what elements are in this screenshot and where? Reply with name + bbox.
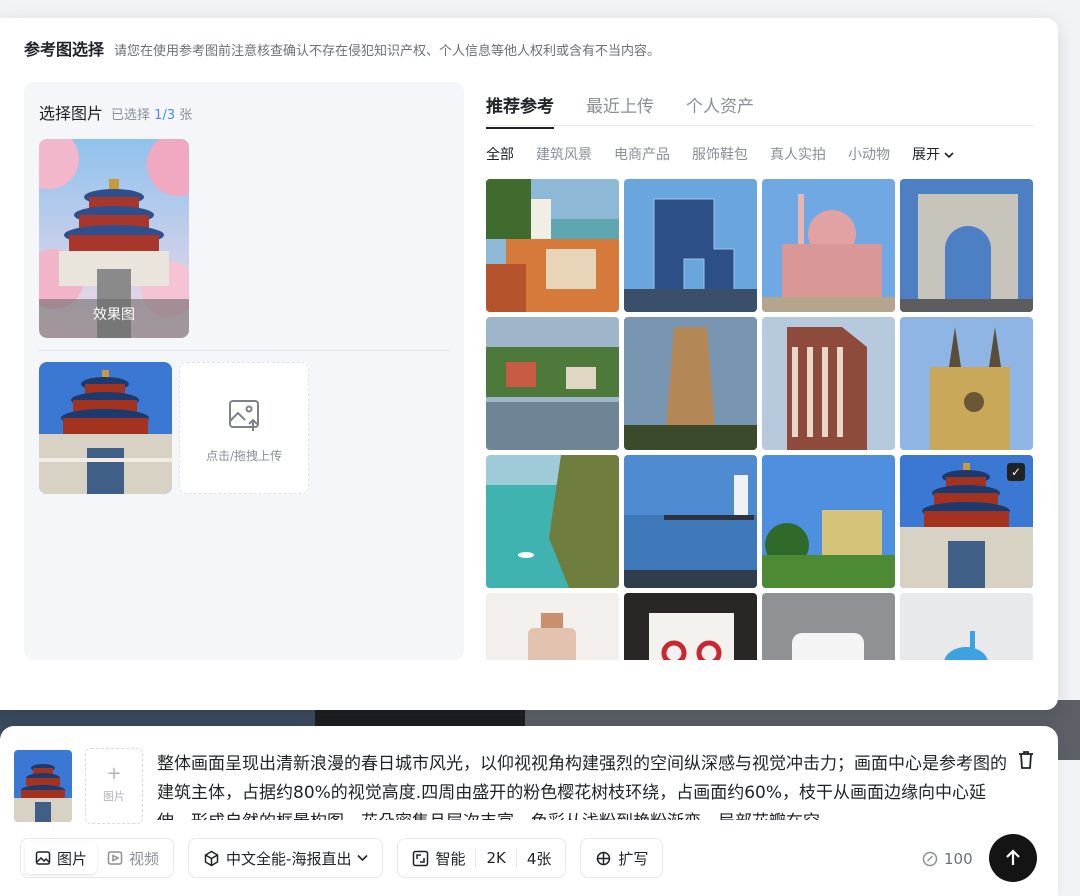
blue-toy-image[interactable] [900, 593, 1033, 660]
selected-header: 选择图片 已选择 1/3 张 [39, 100, 192, 124]
filter-ecommerce[interactable]: 电商产品 [614, 144, 670, 164]
reference-image-grid: ✓ [486, 179, 1034, 660]
video-icon [107, 851, 123, 865]
upload-label: 点击/拖拽上传 [205, 449, 283, 463]
tab-personal-assets[interactable]: 个人资产 [686, 92, 754, 129]
pagoda-image[interactable] [624, 317, 757, 450]
video-mode-tab[interactable]: 视频 [97, 842, 169, 874]
filter-pets[interactable]: 小动物 [848, 144, 890, 164]
media-type-switch: 图片 视频 [20, 838, 175, 878]
model-selector[interactable]: 中文全能-海报直出 [188, 838, 384, 878]
chevron-down-icon [944, 152, 955, 159]
flatiron-building-image[interactable] [762, 317, 895, 450]
filter-real-people[interactable]: 真人实拍 [770, 144, 826, 164]
credit-icon [922, 851, 938, 867]
ratio-value: 智能 [435, 849, 466, 868]
credits-indicator: 100 [922, 850, 973, 868]
expand-filters-button[interactable]: 展开 [912, 144, 955, 164]
filter-all[interactable]: 全部 [486, 144, 514, 164]
image-mode-tab[interactable]: 图片 [25, 842, 98, 874]
selected-reference-image[interactable] [39, 362, 172, 494]
cube-icon [204, 850, 219, 866]
chevron-down-icon [357, 854, 369, 862]
pink-mosque-image[interactable] [762, 179, 895, 312]
coastal-cliff-image[interactable] [486, 455, 619, 588]
picker-notice: 请您在使用参考图前注意核查确认不存在侵犯知识产权、个人信息等他人权利或含有不当内… [114, 44, 661, 59]
expand-prompt-button[interactable]: 扩写 [580, 838, 664, 878]
harbor-town-image[interactable] [486, 179, 619, 312]
tab-recent-uploads[interactable]: 最近上传 [586, 92, 654, 129]
attached-reference-image[interactable] [14, 750, 72, 822]
image-count-value: 4张 [526, 849, 552, 868]
perfume-bottle-image[interactable] [486, 593, 619, 660]
checkmark-icon[interactable]: ✓ [1007, 463, 1025, 481]
filter-apparel[interactable]: 服饰鞋包 [692, 144, 748, 164]
tab-recommended[interactable]: 推荐参考 [486, 92, 554, 129]
picker-header: 参考图选择 请您在使用参考图前注意核查确认不存在侵犯知识产权、个人信息等他人权利… [24, 36, 660, 60]
divider [39, 350, 449, 351]
arrow-up-icon [1006, 849, 1020, 865]
model-name: 中文全能-海报直出 [226, 849, 352, 868]
selected-images-panel: 选择图片 已选择 1/3 张 效果图 点击/拖拽上传 [24, 82, 464, 660]
arc-de-triomphe-image[interactable] [900, 179, 1033, 312]
filter-architecture[interactable]: 建筑风景 [536, 144, 592, 164]
add-image-label: 图片 [103, 790, 125, 803]
add-image-button[interactable]: + 图片 [85, 748, 143, 824]
cathedral-image[interactable] [900, 317, 1033, 450]
send-button[interactable] [989, 834, 1037, 882]
picker-title: 参考图选择 [24, 40, 105, 59]
lakeside-village-image[interactable] [486, 317, 619, 450]
category-filters: 全部 建筑风景 电商产品 服饰鞋包 真人实拍 小动物 展开 [486, 144, 955, 164]
upload-dropzone[interactable]: 点击/拖拽上传 [179, 362, 309, 494]
composer-toolbar: 图片 视频 中文全能-海报直出 智能 2K 4张 扩写 [20, 838, 664, 878]
result-preview-image[interactable]: 效果图 [39, 139, 189, 338]
selected-title: 选择图片 [39, 104, 104, 123]
prompt-textarea[interactable]: 整体画面呈现出清新浪漫的春日城市风光，以仰视视角构建强烈的空间纵深感与视觉冲击力… [157, 750, 1019, 820]
aspect-ratio-icon [413, 850, 429, 866]
cosmetic-jar-image[interactable] [762, 593, 895, 660]
trash-icon[interactable] [1017, 750, 1035, 774]
yellow-castle-image[interactable] [762, 455, 895, 588]
pier-lighthouse-image[interactable] [624, 455, 757, 588]
plus-icon: + [106, 763, 122, 784]
tab-underline [486, 125, 1034, 126]
resolution-value: 2K [486, 849, 506, 867]
image-icon [35, 851, 51, 865]
credits-value: 100 [944, 850, 973, 868]
earrings-image[interactable] [624, 593, 757, 660]
prompt-composer: + 图片 整体画面呈现出清新浪漫的春日城市风光，以仰视视角构建强烈的空间纵深感与… [0, 726, 1058, 896]
temple-of-heaven-image[interactable]: ✓ [900, 455, 1033, 588]
source-tabs: 推荐参考 最近上传 个人资产 [486, 92, 754, 129]
result-label: 效果图 [93, 307, 135, 323]
generation-settings[interactable]: 智能 2K 4张 [397, 838, 567, 878]
image-upload-icon [227, 397, 263, 437]
selected-count: 已选择 1/3 张 [111, 108, 193, 123]
sparkle-icon [597, 851, 611, 865]
cctv-tower-image[interactable] [624, 179, 757, 312]
